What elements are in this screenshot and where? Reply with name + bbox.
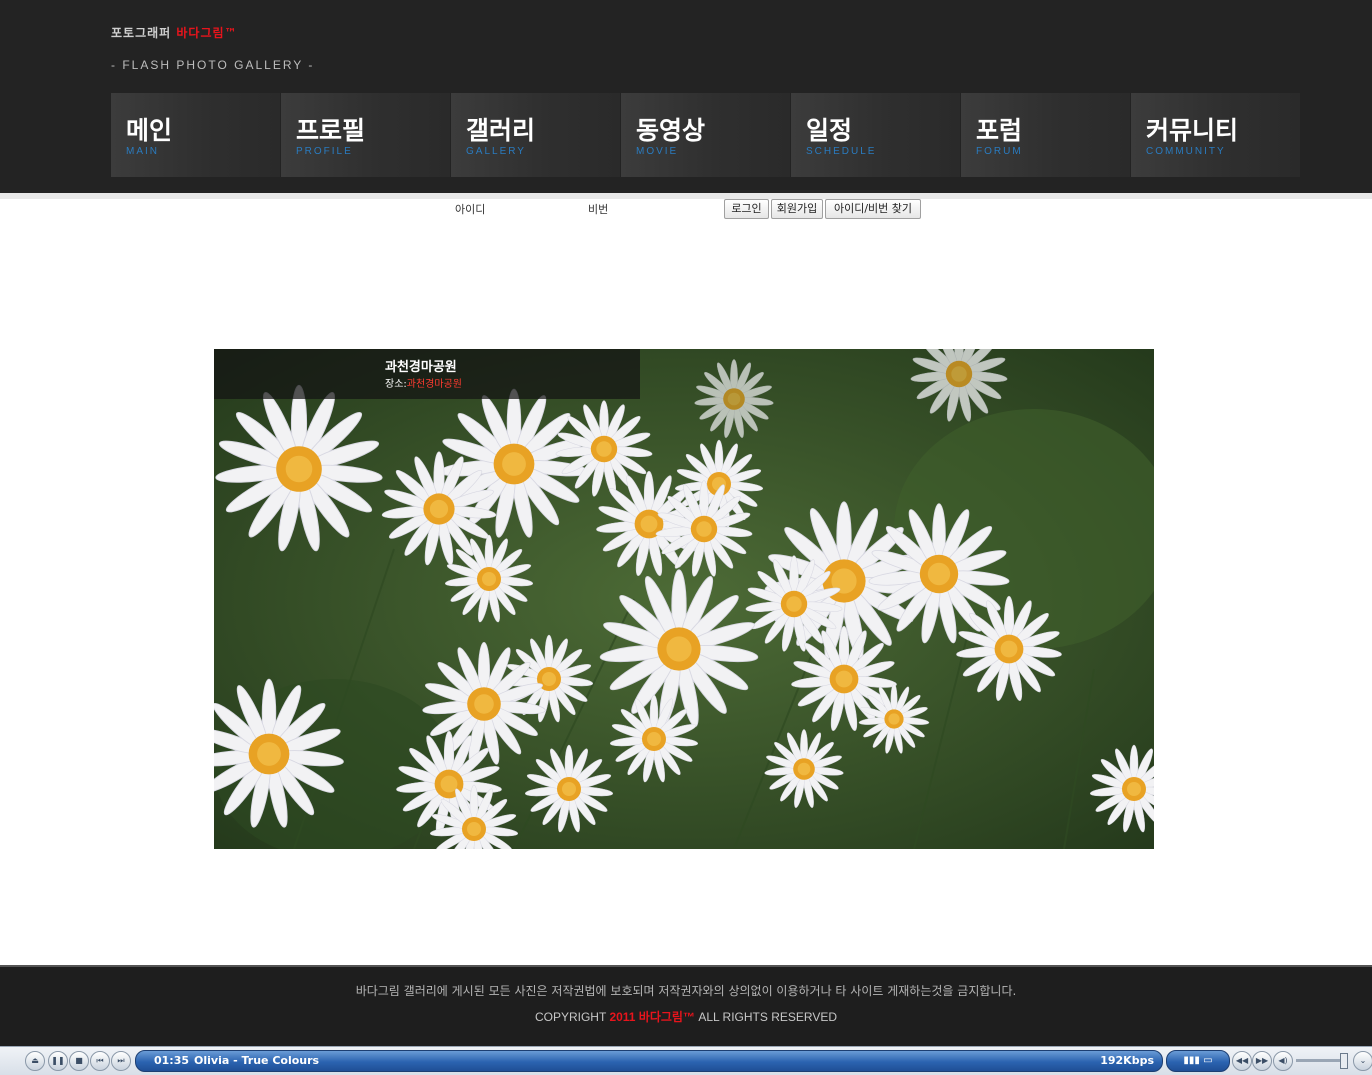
site-brand[interactable]: 포토그래퍼 바다그림™	[111, 24, 238, 41]
nav-item-profile[interactable]: 프로필 PROFILE	[281, 93, 450, 177]
nav-item-forum[interactable]: 포럼 FORUM	[961, 93, 1130, 177]
media-player-bar: ⏏ ❚❚ ■ ⏮ ⏭ 01:35 Olivia - True Colours 1…	[0, 1046, 1372, 1075]
login-bar: 아이디 비번 로그인 회원가입 아이디/비번 찾기	[0, 199, 1372, 223]
nav-item-gallery[interactable]: 갤러리 GALLERY	[451, 93, 620, 177]
fast-forward-icon[interactable]: ▶▶	[1252, 1051, 1272, 1071]
brand-prefix: 포토그래퍼	[111, 26, 172, 40]
nav-label-kr: 갤러리	[466, 116, 536, 145]
place-value: 과천경마공원	[406, 379, 462, 390]
nav-label-kr: 프로필	[296, 116, 366, 145]
nav-label-kr: 메인	[126, 116, 173, 145]
bitrate: 192Kbps	[1100, 1054, 1154, 1067]
nav-label-kr: 커뮤니티	[1146, 116, 1239, 145]
nav-item-main[interactable]: 메인 MAIN	[111, 93, 280, 177]
nav-label-en: PROFILE	[296, 146, 353, 157]
nav-label-en: COMMUNITY	[1146, 146, 1226, 157]
stop-icon[interactable]: ■	[69, 1051, 89, 1071]
nav-item-schedule[interactable]: 일정 SCHEDULE	[791, 93, 960, 177]
volume-slider-track[interactable]	[1296, 1059, 1346, 1062]
volume-icon[interactable]: ◀)	[1273, 1051, 1293, 1071]
playback-time: 01:35	[154, 1054, 190, 1067]
photo-title: 과천경마공원	[385, 360, 457, 375]
nav-label-en: MOVIE	[636, 146, 679, 157]
nav-item-community[interactable]: 커뮤니티 COMMUNITY	[1131, 93, 1300, 177]
nav-label-kr: 일정	[806, 116, 853, 145]
previous-icon[interactable]: ⏮	[90, 1051, 110, 1071]
gallery-photo[interactable]: 과천경마공원 장소:과천경마공원	[214, 349, 1154, 849]
now-playing-track[interactable]: 01:35 Olivia - True Colours 192Kbps	[135, 1050, 1163, 1072]
next-icon[interactable]: ⏭	[111, 1051, 131, 1071]
site-footer: 바다그림 갤러리에 게시된 모든 사진은 저작권법에 보호되며 저작권자와의 상…	[0, 965, 1372, 1046]
equalizer-playlist-icon[interactable]: ▮▮▮ ▭	[1166, 1050, 1230, 1072]
copyright-brand: 2011 바다그림™	[609, 1010, 695, 1024]
track-title: Olivia - True Colours	[194, 1054, 320, 1067]
nav-label-en: GALLERY	[466, 146, 526, 157]
id-label: 아이디	[455, 203, 486, 216]
nav-label-en: FORUM	[976, 146, 1023, 157]
copyright-prefix: COPYRIGHT	[534, 1010, 607, 1024]
nav-label-kr: 포럼	[976, 116, 1023, 145]
site-header: 포토그래퍼 바다그림™ - FLASH PHOTO GALLERY - 메인 M…	[0, 0, 1372, 193]
volume-slider-handle[interactable]	[1340, 1053, 1348, 1069]
login-button[interactable]: 로그인	[724, 199, 769, 219]
nav-item-movie[interactable]: 동영상 MOVIE	[621, 93, 790, 177]
site-subtitle: - FLASH PHOTO GALLERY -	[111, 58, 315, 72]
main-nav: 메인 MAIN 프로필 PROFILE 갤러리 GALLERY 동영상 MOVI…	[111, 93, 1300, 177]
brand-name: 바다그림™	[176, 26, 238, 40]
place-label: 장소:	[385, 379, 407, 390]
pause-icon[interactable]: ❚❚	[48, 1051, 68, 1071]
photo-place: 장소:과천경마공원	[385, 375, 462, 390]
copyright-line: COPYRIGHT 2011 바다그림™ ALL RIGHTS RESERVED	[0, 1008, 1372, 1025]
nav-label-kr: 동영상	[636, 116, 706, 145]
photo-caption: 과천경마공원 장소:과천경마공원	[214, 349, 640, 399]
rewind-icon[interactable]: ◀◀	[1232, 1051, 1252, 1071]
daisy-photo-image	[214, 349, 1154, 849]
find-account-button[interactable]: 아이디/비번 찾기	[825, 199, 921, 219]
copyright-suffix: ALL RIGHTS RESERVED	[698, 1010, 838, 1024]
join-button[interactable]: 회원가입	[771, 199, 823, 219]
nav-label-en: SCHEDULE	[806, 146, 877, 157]
password-label: 비번	[588, 203, 609, 216]
nav-label-en: MAIN	[126, 146, 159, 157]
eject-icon[interactable]: ⏏	[25, 1051, 45, 1071]
chevron-down-icon[interactable]: ⌄	[1353, 1051, 1372, 1071]
copyright-notice: 바다그림 갤러리에 게시된 모든 사진은 저작권법에 보호되며 저작권자와의 상…	[355, 984, 1017, 998]
